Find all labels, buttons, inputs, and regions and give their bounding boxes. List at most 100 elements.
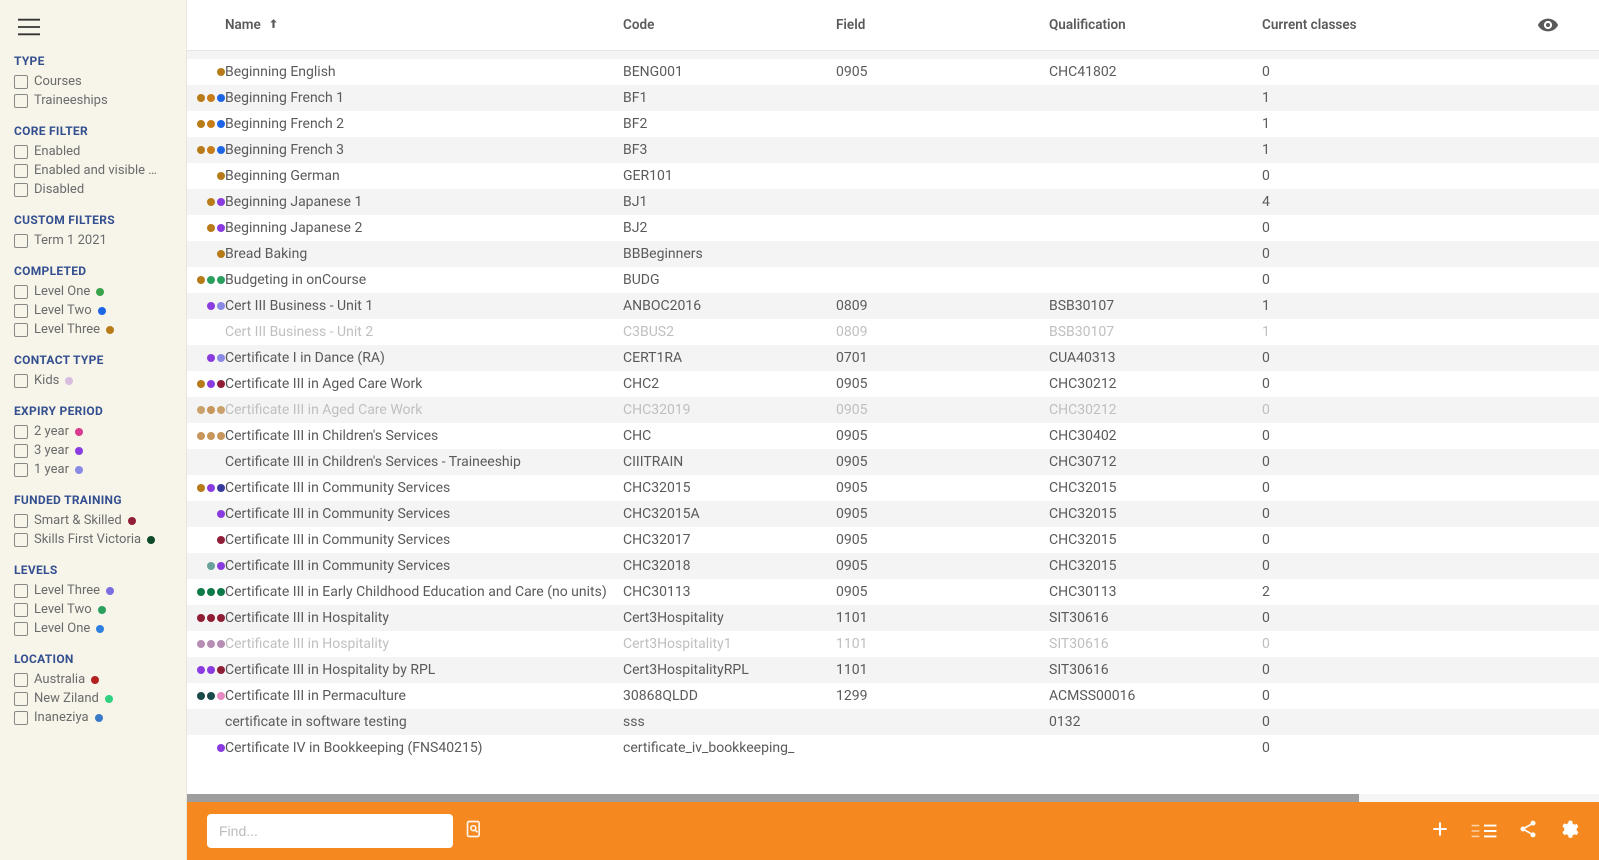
filter-checkbox[interactable] bbox=[14, 533, 28, 547]
table-body[interactable]: AttendanceTubPerformanceSourceNTPS0Begin… bbox=[187, 51, 1599, 794]
table-row[interactable]: Certificate III in HospitalityCert3Hospi… bbox=[187, 631, 1599, 657]
header-classes[interactable]: Current classes bbox=[1262, 17, 1357, 33]
filter-item[interactable]: Smart & Skilled bbox=[14, 511, 186, 530]
filter-item[interactable]: Level One bbox=[14, 619, 186, 638]
settings-icon[interactable] bbox=[1558, 819, 1579, 844]
filter-checkbox[interactable] bbox=[14, 304, 28, 318]
table-row[interactable]: Certificate III in Children's Services -… bbox=[187, 449, 1599, 475]
filter-item[interactable]: Level Two bbox=[14, 600, 186, 619]
table-row[interactable]: Beginning French 2BF21 bbox=[187, 111, 1599, 137]
filter-checkbox[interactable] bbox=[14, 75, 28, 89]
search-icon[interactable] bbox=[465, 819, 485, 843]
cell-code: CERT1RA bbox=[623, 350, 836, 366]
table-row[interactable]: Certificate III in Aged Care WorkCHC2090… bbox=[187, 371, 1599, 397]
filter-item[interactable]: 3 year bbox=[14, 441, 186, 460]
header-code[interactable]: Code bbox=[623, 17, 654, 33]
table-row[interactable]: Certificate III in Early Childhood Educa… bbox=[187, 579, 1599, 605]
table-row[interactable]: Certificate III in Children's ServicesCH… bbox=[187, 423, 1599, 449]
filter-item[interactable]: Inaneziya bbox=[14, 708, 186, 727]
filter-dot-icon bbox=[75, 466, 83, 474]
filter-item[interactable]: Enabled and visible on… bbox=[14, 161, 186, 180]
filter-checkbox[interactable] bbox=[14, 603, 28, 617]
filter-checkbox[interactable] bbox=[14, 514, 28, 528]
table-row[interactable]: Certificate III in Permaculture30868QLDD… bbox=[187, 683, 1599, 709]
filter-checkbox[interactable] bbox=[14, 444, 28, 458]
filter-item[interactable]: Australia bbox=[14, 670, 186, 689]
filter-item[interactable]: Level Three bbox=[14, 581, 186, 600]
table-row[interactable]: Certificate I in Dance (RA)CERT1RA0701CU… bbox=[187, 345, 1599, 371]
filter-checkbox[interactable] bbox=[14, 374, 28, 388]
filter-item[interactable]: 2 year bbox=[14, 422, 186, 441]
filter-item[interactable]: Level One bbox=[14, 282, 186, 301]
cell-code: BBBeginners bbox=[623, 246, 836, 262]
table-row[interactable]: Certificate III in HospitalityCert3Hospi… bbox=[187, 605, 1599, 631]
filter-item[interactable]: Courses bbox=[14, 72, 186, 91]
filter-label: Smart & Skilled bbox=[34, 513, 122, 528]
add-icon[interactable] bbox=[1430, 819, 1450, 843]
table-row[interactable]: Certificate III in Community ServicesCHC… bbox=[187, 475, 1599, 501]
table-row[interactable]: Certificate III in Community ServicesCHC… bbox=[187, 527, 1599, 553]
table-row[interactable]: Beginning Japanese 2BJ20 bbox=[187, 215, 1599, 241]
header-name[interactable]: Name bbox=[225, 17, 261, 33]
sort-arrow-icon[interactable] bbox=[267, 17, 280, 34]
filter-item[interactable]: New Ziland bbox=[14, 689, 186, 708]
filter-checkbox[interactable] bbox=[14, 463, 28, 477]
table-row[interactable]: Cert III Business - Unit 1ANBOC20160809B… bbox=[187, 293, 1599, 319]
filter-checkbox[interactable] bbox=[14, 711, 28, 725]
filter-checkbox[interactable] bbox=[14, 183, 28, 197]
filter-checkbox[interactable] bbox=[14, 145, 28, 159]
menu-icon[interactable] bbox=[14, 14, 186, 54]
cell-classes: 0 bbox=[1262, 636, 1422, 652]
tag-dot-icon bbox=[217, 276, 225, 284]
table-row[interactable]: certificate in software testingsss01320 bbox=[187, 709, 1599, 735]
filter-checkbox[interactable] bbox=[14, 94, 28, 108]
filter-checkbox[interactable] bbox=[14, 164, 28, 178]
table-row[interactable]: AttendanceTubPerformanceSourceNTPS0 bbox=[187, 51, 1599, 59]
filter-item[interactable]: Level Two bbox=[14, 301, 186, 320]
filter-item[interactable]: Enabled bbox=[14, 142, 186, 161]
filter-item[interactable]: Skills First Victoria bbox=[14, 530, 186, 549]
table-row[interactable]: Beginning Japanese 1BJ14 bbox=[187, 189, 1599, 215]
filter-item[interactable]: Traineeships bbox=[14, 91, 186, 110]
filter-checkbox[interactable] bbox=[14, 234, 28, 248]
tag-dot-icon bbox=[197, 94, 205, 102]
filter-heading: COMPLETED bbox=[14, 264, 186, 278]
table-row[interactable]: Certificate III in Hospitality by RPLCer… bbox=[187, 657, 1599, 683]
tag-dots bbox=[193, 120, 225, 128]
visibility-icon[interactable] bbox=[1422, 14, 1579, 36]
filter-checkbox[interactable] bbox=[14, 584, 28, 598]
view-toggle-icon[interactable] bbox=[1470, 822, 1498, 840]
table-row[interactable]: Beginning French 3BF31 bbox=[187, 137, 1599, 163]
header-qualification[interactable]: Qualification bbox=[1049, 17, 1126, 33]
filter-item[interactable]: Disabled bbox=[14, 180, 186, 199]
filter-item[interactable]: Term 1 2021 bbox=[14, 231, 186, 250]
filter-checkbox[interactable] bbox=[14, 425, 28, 439]
filter-checkbox[interactable] bbox=[14, 673, 28, 687]
header-field[interactable]: Field bbox=[836, 17, 865, 33]
table-row[interactable]: Certificate IV in Bookkeeping (FNS40215)… bbox=[187, 735, 1599, 761]
table-row[interactable]: Budgeting in onCourseBUDG0 bbox=[187, 267, 1599, 293]
tag-dots bbox=[193, 614, 225, 622]
filter-item[interactable]: Kids bbox=[14, 371, 186, 390]
table-row[interactable]: Beginning French 1BF11 bbox=[187, 85, 1599, 111]
filter-item[interactable]: Level Three bbox=[14, 320, 186, 339]
cell-name: Cert III Business - Unit 2 bbox=[225, 324, 623, 340]
filter-item[interactable]: 1 year bbox=[14, 460, 186, 479]
table-row[interactable]: Certificate III in Aged Care WorkCHC3201… bbox=[187, 397, 1599, 423]
table-row[interactable]: Bread BakingBBBeginners0 bbox=[187, 241, 1599, 267]
filter-checkbox[interactable] bbox=[14, 692, 28, 706]
filter-checkbox[interactable] bbox=[14, 285, 28, 299]
table-row[interactable]: Certificate III in Community ServicesCHC… bbox=[187, 501, 1599, 527]
table-row[interactable]: Beginning EnglishBENG0010905CHC418020 bbox=[187, 59, 1599, 85]
filter-checkbox[interactable] bbox=[14, 323, 28, 337]
table-row[interactable]: Certificate III in Community ServicesCHC… bbox=[187, 553, 1599, 579]
tag-dot-icon bbox=[207, 354, 215, 362]
table-row[interactable]: Beginning GermanGER1010 bbox=[187, 163, 1599, 189]
search-input[interactable] bbox=[207, 814, 453, 848]
table-row[interactable]: Cert III Business - Unit 2C3BUS20809BSB3… bbox=[187, 319, 1599, 345]
share-icon[interactable] bbox=[1518, 819, 1538, 843]
filter-checkbox[interactable] bbox=[14, 622, 28, 636]
filter-dot-icon bbox=[96, 625, 104, 633]
cell-classes: 0 bbox=[1262, 558, 1422, 574]
horizontal-scrollbar[interactable] bbox=[187, 794, 1599, 802]
